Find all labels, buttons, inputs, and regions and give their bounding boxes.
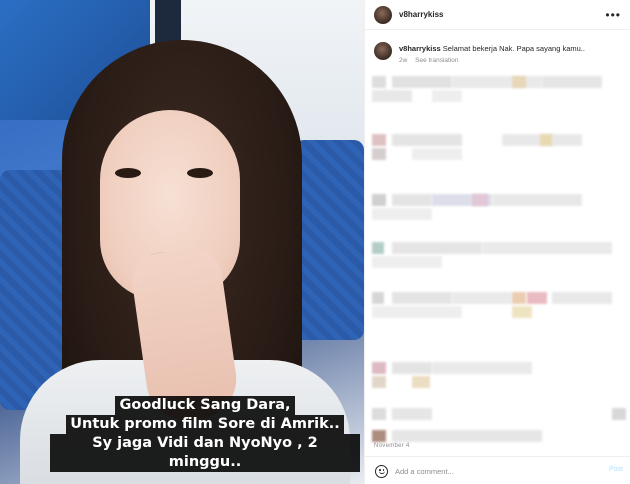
blurred-comment [372,240,624,274]
blurred-comments [365,74,630,444]
blurred-comment [372,74,624,108]
caption-age: 2w [399,57,408,64]
caption-body: Selamat bekerja Nak. Papa sayang kamu.. [442,44,585,53]
right-eye [187,168,213,178]
image-caption-line-3: Sy jaga Vidi dan NyoNyo , 2 minggu.. [50,434,360,472]
caption-avatar[interactable] [374,42,392,60]
comments-panel: v8harrykiss ••• v8harrykiss Selamat beke… [364,0,630,484]
comment-input[interactable] [395,463,585,479]
blurred-comment [372,290,624,324]
header-username[interactable]: v8harrykiss [399,10,443,19]
image-caption-line-1: Goodluck Sang Dara, [115,396,295,415]
post-header: v8harrykiss ••• [365,0,630,30]
comment-bar: Post [365,456,630,484]
blurred-comment [372,192,624,226]
see-translation-link[interactable]: See translation [415,57,458,64]
post-caption: v8harrykiss Selamat bekerja Nak. Papa sa… [365,38,630,68]
caption-meta: 2w See translation [399,57,459,64]
post-image[interactable]: Goodluck Sang Dara, Untuk promo film Sor… [0,0,364,484]
blurred-comment [372,406,626,442]
image-caption: Goodluck Sang Dara, Untuk promo film Sor… [50,396,360,472]
post-button[interactable]: Post [609,466,623,473]
caption-text: v8harrykiss Selamat bekerja Nak. Papa sa… [399,44,585,53]
left-eye [115,168,141,178]
blurred-comment [372,360,624,394]
caption-username[interactable]: v8harrykiss [399,44,441,53]
post-date: November 4 [374,443,410,449]
blurred-comment [372,132,624,166]
avatar[interactable] [374,6,392,24]
ellipsis-icon[interactable]: ••• [605,8,621,22]
seat-right [294,140,364,340]
image-caption-line-2: Untuk promo film Sore di Amrik.. [66,415,344,434]
